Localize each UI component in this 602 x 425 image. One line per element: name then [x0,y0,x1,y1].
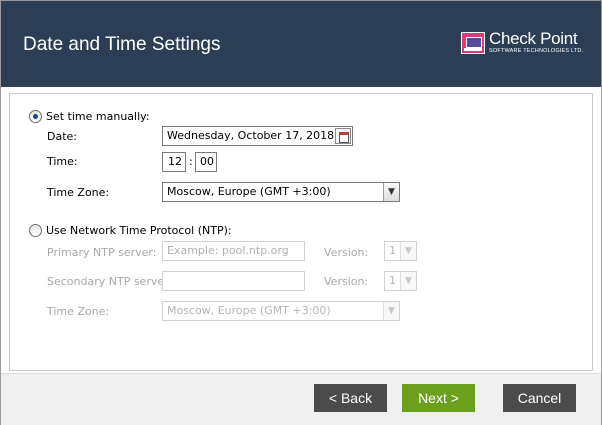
primary-ntp-input[interactable]: Example: pool.ntp.org [162,241,305,261]
check-point-logo-icon [461,32,485,54]
secondary-ntp-label: Secondary NTP server: [47,275,173,288]
date-label: Date: [47,130,77,143]
secondary-version-value: 1 [389,274,396,287]
secondary-version-select[interactable]: 1 ▼ [384,271,417,291]
timezone-label: Time Zone: [47,186,110,199]
use-ntp-radio[interactable] [29,224,42,237]
check-point-logo: Check Point SOFTWARE TECHNOLOGIES LTD. [461,29,584,56]
header-bar: Date and Time Settings Check Point SOFTW… [1,1,601,87]
set-time-manually-radio[interactable] [29,110,42,123]
chevron-down-icon[interactable]: ▼ [400,242,416,260]
logo-name: Check Point [489,29,578,48]
page-title: Date and Time Settings [23,34,221,55]
hour-field[interactable]: 12 [162,152,186,172]
ntp-timezone-select[interactable]: Moscow, Europe (GMT +3:00) ▼ [162,301,400,321]
timezone-select[interactable]: Moscow, Europe (GMT +3:00) ▼ [162,182,400,202]
primary-version-value: 1 [389,244,396,257]
minute-field[interactable]: 00 [195,152,217,172]
date-field[interactable]: Wednesday, October 17, 2018 [162,126,353,146]
ntp-timezone-label: Time Zone: [47,305,110,318]
primary-version-select[interactable]: 1 ▼ [384,241,417,261]
logo-subtitle: SOFTWARE TECHNOLOGIES LTD. [489,48,584,54]
chevron-down-icon[interactable]: ▼ [383,183,399,201]
time-separator: : [189,155,193,168]
primary-ntp-label: Primary NTP server: [47,246,157,259]
back-button[interactable]: < Back [314,384,387,412]
secondary-ntp-input[interactable] [162,271,305,291]
time-label: Time: [47,155,78,168]
wizard-window: Date and Time Settings Check Point SOFTW… [0,0,602,425]
cancel-button[interactable]: Cancel [503,384,576,412]
set-time-manually-label[interactable]: Set time manually: [46,110,150,123]
ntp-timezone-value: Moscow, Europe (GMT +3:00) [167,304,331,317]
date-value: Wednesday, October 17, 2018 [167,129,335,142]
chevron-down-icon[interactable]: ▼ [400,272,416,290]
secondary-version-label: Version: [324,275,369,288]
chevron-down-icon[interactable]: ▼ [383,302,399,320]
next-button[interactable]: Next > [402,384,475,412]
use-ntp-label[interactable]: Use Network Time Protocol (NTP): [46,224,232,237]
timezone-value: Moscow, Europe (GMT +3:00) [167,185,331,198]
primary-version-label: Version: [324,246,369,259]
settings-panel: Set time manually: Date: Wednesday, Octo… [9,93,593,371]
calendar-icon[interactable] [335,128,351,144]
